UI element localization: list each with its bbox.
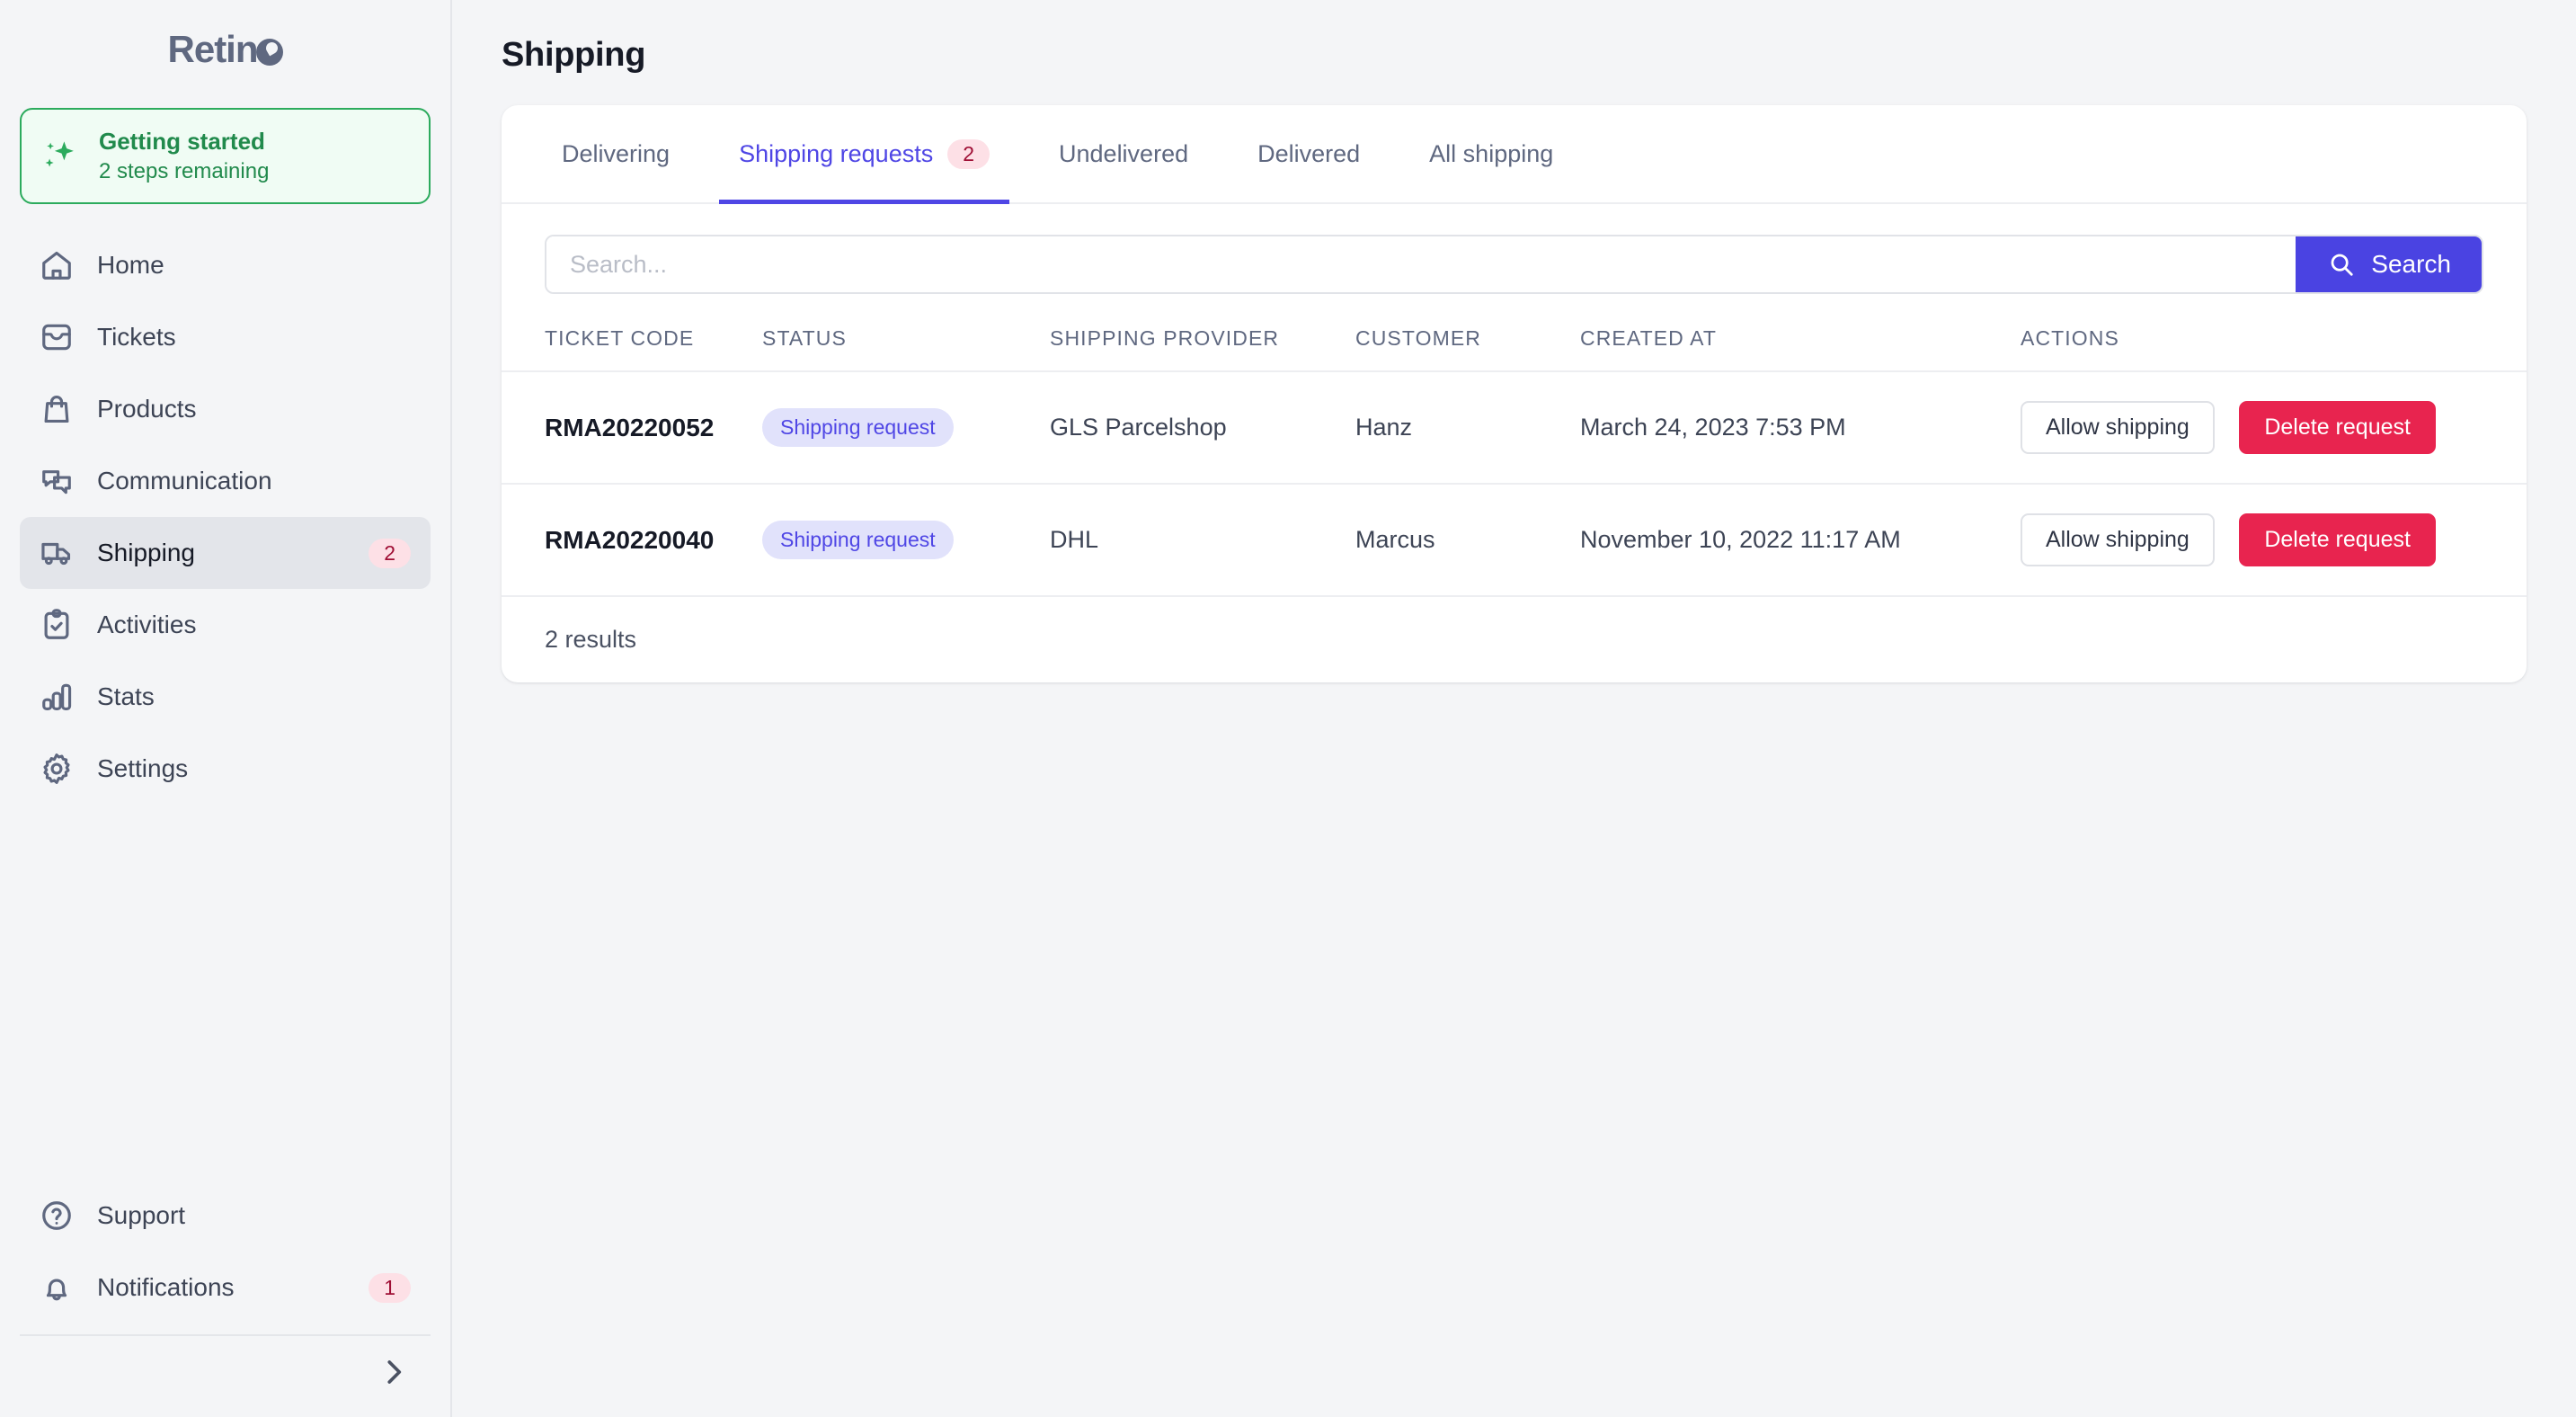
- cell-customer: Marcus: [1355, 483, 1580, 595]
- sidebar-item-activities[interactable]: Activities: [20, 589, 431, 661]
- cell-customer: Hanz: [1355, 370, 1580, 484]
- sidebar-item-label: Communication: [97, 467, 272, 495]
- shipping-requests-table: TICKET CODE STATUS SHIPPING PROVIDER CUS…: [502, 303, 2527, 595]
- truck-icon: [40, 536, 74, 570]
- search-input[interactable]: [546, 236, 2296, 292]
- cell-ticket-code: RMA20220052: [502, 370, 762, 484]
- cell-actions: Allow shipping Delete request: [2021, 483, 2527, 595]
- column-header-status: STATUS: [762, 326, 847, 350]
- search-row: Search: [502, 204, 2527, 303]
- tab-all-shipping[interactable]: All shipping: [1409, 105, 1573, 204]
- sidebar-item-label: Shipping: [97, 539, 195, 566]
- tab-label: Delivering: [562, 140, 671, 167]
- sidebar-badge-notifications: 1: [369, 1272, 411, 1303]
- search-button-label: Search: [2371, 250, 2451, 278]
- tab-label: All shipping: [1429, 140, 1554, 167]
- tab-delivered[interactable]: Delivered: [1238, 105, 1380, 204]
- search-button[interactable]: Search: [2296, 236, 2482, 292]
- getting-started-card[interactable]: Getting started 2 steps remaining: [20, 108, 431, 204]
- clipboard-check-icon: [40, 608, 74, 642]
- sidebar-item-settings[interactable]: Settings: [20, 733, 431, 805]
- sidebar-item-label: Notifications: [97, 1273, 235, 1301]
- inbox-icon: [40, 320, 74, 354]
- table-header-row: TICKET CODE STATUS SHIPPING PROVIDER CUS…: [502, 303, 2527, 371]
- main-content: Shipping Delivering Shipping requests 2 …: [452, 0, 2576, 1417]
- cell-created-at: March 24, 2023 7:53 PM: [1580, 370, 2021, 484]
- tab-label: Delivered: [1257, 140, 1361, 167]
- allow-shipping-button[interactable]: Allow shipping: [2021, 401, 2215, 454]
- sidebar-item-label: Settings: [97, 754, 189, 782]
- sidebar-item-label: Home: [97, 251, 164, 279]
- column-header-created-at: CREATED AT: [1580, 326, 1717, 350]
- brand-logo[interactable]: RetinoRetin: [0, 0, 450, 99]
- sidebar-item-communication[interactable]: Communication: [20, 445, 431, 517]
- table-row[interactable]: RMA20220040 Shipping request DHL Marcus …: [502, 483, 2527, 595]
- sidebar-item-tickets[interactable]: Tickets: [20, 301, 431, 373]
- chevron-right-icon: [377, 1355, 411, 1389]
- sidebar-collapse-button[interactable]: [0, 1336, 450, 1408]
- delete-request-button[interactable]: Delete request: [2239, 401, 2436, 454]
- tab-delivering[interactable]: Delivering: [542, 105, 689, 204]
- tab-shipping-requests[interactable]: Shipping requests 2: [719, 105, 1010, 204]
- sparkle-icon: [41, 138, 79, 175]
- cell-shipping-provider: DHL: [1050, 483, 1355, 595]
- cell-shipping-provider: GLS Parcelshop: [1050, 370, 1355, 484]
- home-icon: [40, 248, 74, 282]
- delete-request-button[interactable]: Delete request: [2239, 513, 2436, 566]
- tab-undelivered[interactable]: Undelivered: [1039, 105, 1208, 204]
- sidebar-item-stats[interactable]: Stats: [20, 661, 431, 733]
- sidebar-item-label: Support: [97, 1201, 186, 1229]
- tab-label: Shipping requests: [739, 140, 934, 167]
- sidebar-item-shipping[interactable]: Shipping 2: [20, 517, 431, 589]
- sidebar-bottom: Support Notifications 1: [0, 1180, 450, 1417]
- allow-shipping-button[interactable]: Allow shipping: [2021, 513, 2215, 566]
- tab-badge-shipping-requests: 2: [947, 139, 990, 169]
- sidebar: RetinoRetin Getting started 2 steps rema…: [0, 0, 452, 1417]
- sidebar-badge-shipping: 2: [369, 538, 411, 568]
- getting-started-subtitle: 2 steps remaining: [99, 159, 270, 183]
- cell-actions: Allow shipping Delete request: [2021, 370, 2527, 484]
- table-head: TICKET CODE STATUS SHIPPING PROVIDER CUS…: [502, 303, 2527, 371]
- sidebar-item-label: Products: [97, 395, 197, 423]
- brand-logo-dot: [255, 39, 283, 66]
- sidebar-item-products[interactable]: Products: [20, 373, 431, 445]
- cell-ticket-code: RMA20220040: [502, 483, 762, 595]
- gear-icon: [40, 752, 74, 786]
- column-header-ticket-code: TICKET CODE: [545, 326, 695, 350]
- page-title: Shipping: [502, 36, 646, 74]
- sidebar-item-label: Stats: [97, 682, 155, 710]
- bell-icon: [40, 1270, 74, 1305]
- help-circle-icon: [40, 1199, 74, 1233]
- cell-status: Shipping request: [762, 370, 1050, 484]
- search-icon: [2328, 251, 2355, 278]
- status-badge: Shipping request: [762, 408, 954, 447]
- column-header-shipping-provider: SHIPPING PROVIDER: [1050, 326, 1280, 350]
- app-root: RetinoRetin Getting started 2 steps rema…: [0, 0, 2576, 1417]
- sidebar-item-home[interactable]: Home: [20, 229, 431, 301]
- shopping-bag-icon: [40, 392, 74, 426]
- table-row[interactable]: RMA20220052 Shipping request GLS Parcels…: [502, 370, 2527, 484]
- shipping-card: Delivering Shipping requests 2 Undeliver…: [502, 105, 2527, 682]
- cell-created-at: November 10, 2022 11:17 AM: [1580, 483, 2021, 595]
- column-header-actions: ACTIONS: [2021, 326, 2119, 350]
- sidebar-item-notifications[interactable]: Notifications 1: [20, 1252, 431, 1323]
- sidebar-nav: Home Tickets Products Communication Ship…: [0, 229, 450, 805]
- tab-label: Undelivered: [1059, 140, 1189, 167]
- sidebar-item-label: Activities: [97, 610, 197, 638]
- sidebar-item-label: Tickets: [97, 323, 176, 351]
- column-header-customer: CUSTOMER: [1355, 326, 1481, 350]
- search-bar: Search: [545, 235, 2483, 294]
- getting-started-title: Getting started: [99, 128, 265, 155]
- table-body: RMA20220052 Shipping request GLS Parcels…: [502, 370, 2527, 595]
- sidebar-item-support[interactable]: Support: [20, 1180, 431, 1252]
- cell-status: Shipping request: [762, 483, 1050, 595]
- results-count: 2 results: [502, 595, 2527, 682]
- brand-name: RetinoRetin: [168, 28, 283, 71]
- chat-bubbles-icon: [40, 464, 74, 498]
- status-badge: Shipping request: [762, 521, 954, 559]
- tab-bar: Delivering Shipping requests 2 Undeliver…: [502, 105, 2527, 204]
- bar-chart-icon: [40, 680, 74, 714]
